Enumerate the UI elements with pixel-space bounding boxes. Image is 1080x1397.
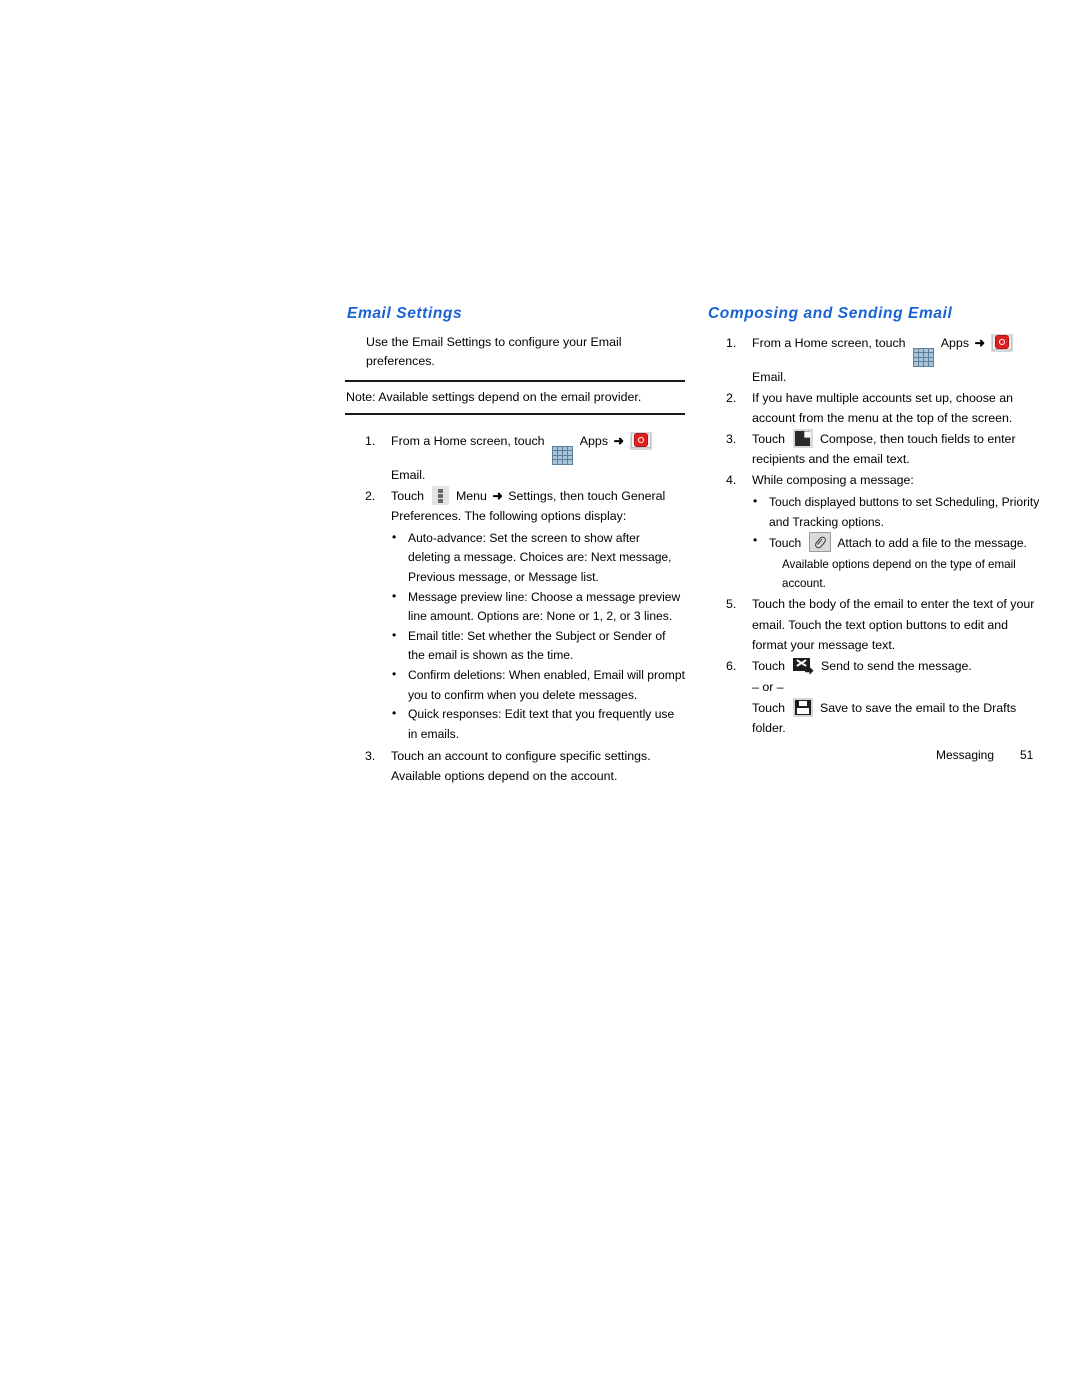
option-text-before-icon: Touch: [769, 536, 805, 551]
general-preferences-options: • Auto-advance: Set the screen to show a…: [391, 529, 685, 744]
list-item: • Touch displayed buttons to set Schedul…: [752, 493, 1046, 532]
email-label: Email.: [391, 467, 426, 482]
option-text: Confirm deletions: When enabled, Email w…: [408, 667, 685, 702]
page-footer: Messaging 51: [706, 748, 1046, 762]
bullet-dot: •: [392, 666, 397, 681]
option-text: Auto-advance: Set the screen to show aft…: [408, 530, 672, 585]
step-text-after-send: Send to send the message.: [817, 658, 972, 673]
menu-vertical-dots-icon[interactable]: [431, 485, 449, 505]
step-item: 4. While composing a message: • Touch di…: [706, 470, 1046, 593]
note-text: Note: Available settings depend on the e…: [346, 390, 642, 405]
option-text-after-icon: Attach to add a file to the message.: [834, 536, 1027, 551]
apps-label: Apps: [577, 434, 612, 449]
list-item: • Email title: Set whether the Subject o…: [391, 627, 685, 666]
list-item: • Quick responses: Edit text that you fr…: [391, 705, 685, 744]
note-rule-bottom: [345, 413, 685, 416]
step-number: 5.: [726, 597, 737, 612]
step-number: 6.: [726, 658, 737, 673]
step-text-touch: Touch: [391, 488, 428, 503]
list-item: • Confirm deletions: When enabled, Email…: [391, 666, 685, 705]
footer-chapter-name: Messaging: [935, 748, 994, 762]
step-number: 2.: [365, 488, 376, 503]
composing-sending-steps: 1. From a Home screen, touch Apps ➜ Emai…: [706, 333, 1046, 738]
footer-page-number: 51: [1020, 748, 1034, 762]
email-envelope-icon[interactable]: [990, 334, 1013, 353]
apps-grid-icon[interactable]: [552, 445, 574, 465]
step-number: 1.: [726, 336, 737, 351]
email-label: Email.: [752, 369, 787, 384]
list-item: • Message preview line: Choose a message…: [391, 588, 685, 627]
option-text: Quick responses: Edit text that you freq…: [408, 707, 675, 741]
step-number: 2.: [726, 390, 737, 405]
email-envelope-icon[interactable]: [629, 432, 652, 451]
step-text: Touch the body of the email to enter the…: [752, 597, 1035, 652]
step-number: 1.: [365, 434, 376, 449]
save-floppy-icon[interactable]: [792, 698, 813, 718]
step-item: 6. Touch Send to send the message. – or …: [706, 656, 1046, 739]
step-item: 3. Touch an account to configure specifi…: [345, 746, 685, 786]
email-settings-steps: 1. From a Home screen, touch Apps ➜ Emai…: [345, 431, 685, 786]
page-title-email-settings: Email Settings: [347, 305, 463, 322]
bullet-dot: •: [392, 588, 397, 603]
step-text-touch-save: Touch: [752, 701, 789, 716]
step-number: 3.: [726, 431, 737, 446]
send-envelope-icon[interactable]: [792, 657, 814, 675]
option-text: Touch displayed buttons to set Schedulin…: [769, 495, 1040, 529]
or-separator: – or –: [752, 679, 784, 694]
bullet-dot: •: [392, 627, 397, 642]
step-item: 3. Touch Compose, then touch fields to e…: [706, 429, 1046, 469]
step-text-before-apps: From a Home screen, touch: [391, 434, 549, 449]
option-text: Message preview line: Choose a message p…: [408, 589, 681, 624]
right-column: Composing and Sending Email 1. From a Ho…: [706, 305, 1046, 739]
arrow-icon: ➜: [492, 488, 503, 503]
bullet-dot: •: [392, 529, 397, 544]
step-text-before-apps: From a Home screen, touch: [752, 336, 910, 351]
bullet-dot: •: [753, 533, 758, 548]
list-item: • Touch Attach to add a file to the mess…: [752, 532, 1046, 554]
step-number: 4.: [726, 473, 737, 488]
arrow-icon: ➜: [974, 336, 985, 351]
step-text-touch: Touch: [752, 431, 789, 446]
step-text: While composing a message:: [752, 473, 914, 488]
email-settings-intro: Use the Email Settings to configure your…: [366, 335, 622, 369]
step-item: 1. From a Home screen, touch Apps ➜ Emai…: [345, 431, 685, 485]
note-box: Note: Available settings depend on the e…: [345, 380, 685, 416]
step-number: 3.: [365, 749, 376, 764]
step-item: 5. Touch the body of the email to enter …: [706, 594, 1046, 654]
bullet-dot: •: [753, 494, 758, 509]
composing-options: • Touch displayed buttons to set Schedul…: [752, 493, 1046, 554]
step-text-touch-send: Touch: [752, 658, 789, 673]
step-item: 1. From a Home screen, touch Apps ➜ Emai…: [706, 333, 1046, 387]
apps-grid-icon[interactable]: [913, 347, 935, 367]
step-item: 2. Touch Menu ➜ Settings, then touch Gen…: [345, 485, 685, 745]
list-item: • Auto-advance: Set the screen to show a…: [391, 529, 685, 588]
step-text: If you have multiple accounts set up, ch…: [752, 390, 1014, 425]
save-line: Touch Save to save the email to the Draf…: [752, 698, 1046, 738]
apps-label: Apps: [938, 336, 973, 351]
menu-label: Menu: [452, 488, 491, 503]
option-text: Email title: Set whether the Subject or …: [408, 628, 666, 663]
compose-pencil-icon[interactable]: [792, 429, 813, 448]
step-item: 2. If you have multiple accounts set up,…: [706, 388, 1046, 428]
left-column: Email Settings Use the Email Settings to…: [345, 305, 685, 787]
manual-page: Email Settings Use the Email Settings to…: [0, 0, 1080, 1397]
attach-paperclip-icon[interactable]: [808, 532, 831, 553]
step-text: Touch an account to configure specific s…: [391, 749, 651, 784]
page-title-composing-sending-email: Composing and Sending Email: [708, 305, 953, 322]
arrow-icon: ➜: [613, 434, 624, 449]
composing-sub-note: Available options depend on the type of …: [782, 557, 1016, 590]
bullet-dot: •: [392, 706, 397, 721]
